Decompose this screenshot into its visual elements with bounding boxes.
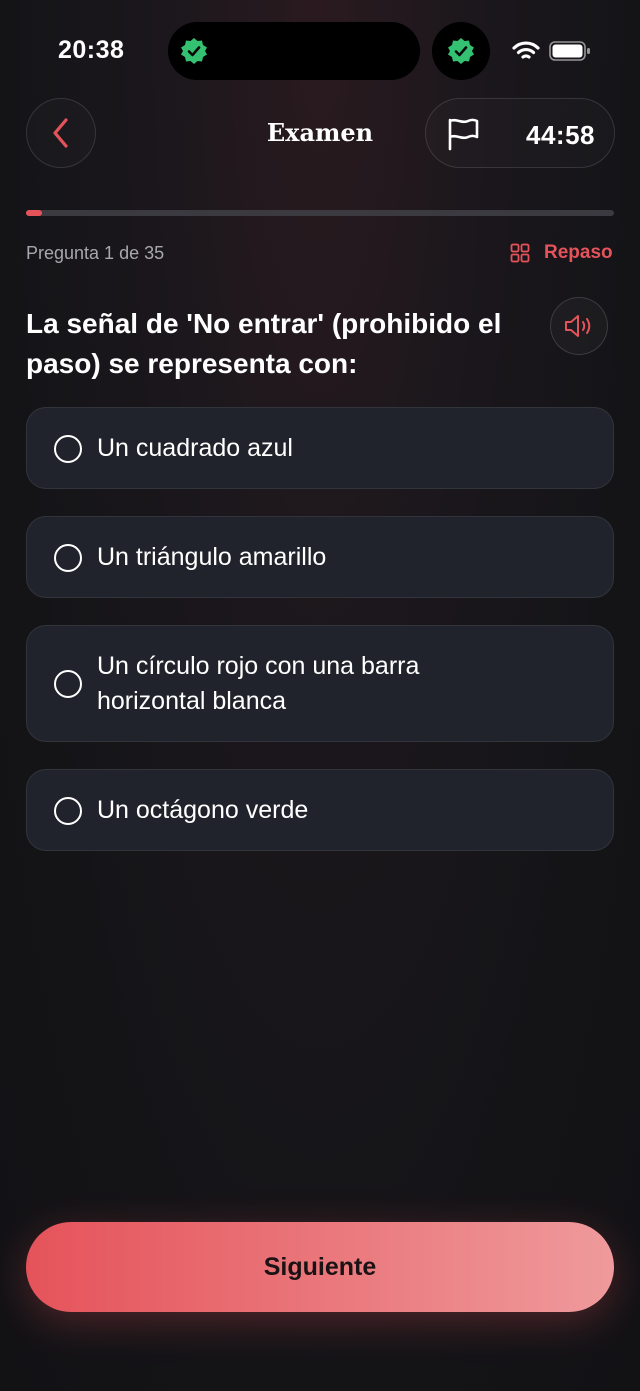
review-label: Repaso (544, 242, 613, 263)
question-text: La señal de 'No entrar' (prohibido el pa… (26, 308, 502, 379)
flag-icon[interactable] (446, 117, 480, 151)
answer-option-label: Un triángulo amarillo (97, 543, 327, 571)
page-title: Examen (266, 118, 374, 147)
next-button[interactable]: Siguiente (26, 1222, 614, 1312)
wifi-icon (512, 41, 540, 59)
answer-option[interactable]: Un octágono verde (26, 769, 614, 851)
header: Examen 44:58 (0, 98, 640, 170)
answer-option-label: Un círculo rojo con una barra horizontal… (97, 652, 420, 715)
chevron-left-icon (53, 118, 68, 148)
countdown-timer: 44:58 (526, 120, 595, 150)
radio-button[interactable] (54, 670, 82, 698)
verified-badge-icon (448, 38, 474, 64)
timer-pill[interactable]: 44:58 (425, 98, 615, 168)
battery-icon (549, 41, 590, 61)
speaker-icon (565, 315, 591, 337)
status-bar: 20:38 (0, 0, 640, 100)
grid-icon (510, 243, 530, 263)
verified-badge-icon (181, 38, 207, 64)
dynamic-island (168, 22, 420, 80)
answer-option[interactable]: Un cuadrado azul (26, 407, 614, 489)
progress-bar (26, 210, 614, 216)
next-button-label: Siguiente (263, 1252, 377, 1281)
progress-fill (26, 210, 43, 216)
answer-option-label: Un octágono verde (97, 796, 309, 824)
question-counter: Pregunta 1 de 35 (26, 243, 165, 263)
answer-option[interactable]: Un triángulo amarillo (26, 516, 614, 598)
dynamic-island-activity (432, 22, 490, 80)
answer-option[interactable]: Un círculo rojo con una barra horizontal… (26, 625, 614, 742)
status-time: 20:38 (58, 36, 125, 64)
review-button[interactable]: Repaso (510, 242, 613, 264)
radio-button[interactable] (54, 435, 82, 463)
back-button[interactable] (26, 98, 96, 168)
radio-button[interactable] (54, 544, 82, 572)
answer-option-label: Un cuadrado azul (97, 434, 293, 462)
radio-button[interactable] (54, 797, 82, 825)
read-aloud-button[interactable] (550, 297, 608, 355)
